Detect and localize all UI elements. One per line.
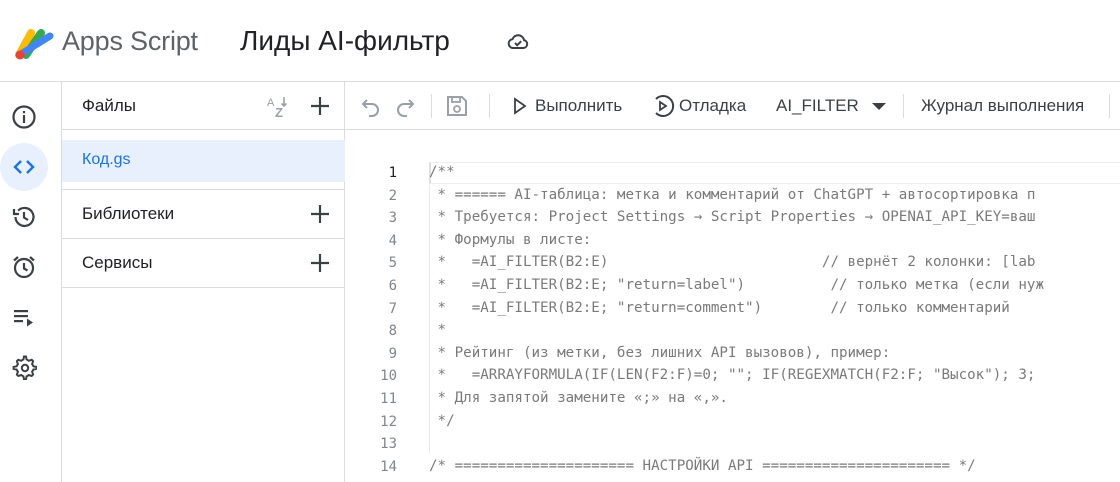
line-number: 4 <box>388 232 397 249</box>
code-editor[interactable]: 1 2 3 4 5 6 7 8 9 10 11 12 13 14 /** * ====== AI-табл… <box>345 130 1120 482</box>
left-nav-rail <box>0 82 62 482</box>
app-header: Apps Script Лиды AI-фильтр <box>0 0 1120 82</box>
executions-button[interactable] <box>0 293 48 341</box>
toolbar-divider <box>903 94 904 118</box>
files-title: Файлы <box>82 96 137 115</box>
project-title[interactable]: Лиды AI-фильтр <box>240 25 450 57</box>
info-icon <box>12 105 36 129</box>
undo-icon[interactable] <box>359 94 383 118</box>
gear-icon <box>12 355 37 380</box>
file-name: Код.gs <box>82 151 131 168</box>
toolbar-divider <box>431 94 432 118</box>
code-line[interactable]: * =AI_FILTER(B2:E) // вернёт 2 колонки: … <box>429 254 1036 270</box>
debug-icon[interactable] <box>651 94 675 118</box>
settings-button[interactable] <box>0 343 48 391</box>
line-number-gutter: 1 2 3 4 5 6 7 8 9 10 11 12 13 14 <box>345 130 405 482</box>
line-number: 11 <box>380 391 397 407</box>
divider <box>62 189 345 190</box>
line-number: 13 <box>380 436 397 453</box>
editor-toolbar: Выполнить Отладка AI_FILTER Журнал выпол… <box>345 82 1120 130</box>
run-button[interactable]: Выполнить <box>535 96 622 116</box>
code-line[interactable]: * <box>429 322 447 338</box>
redo-icon[interactable] <box>393 94 417 118</box>
triggers-button[interactable] <box>0 243 48 291</box>
code-line[interactable]: * =ARRAYFORMULA(IF(LEN(F2:F)=0; ""; IF(R… <box>429 367 1036 383</box>
divider <box>62 287 345 288</box>
run-play-icon[interactable] <box>509 95 531 117</box>
libraries-title: Библиотеки <box>82 204 175 223</box>
line-number: 8 <box>388 323 397 340</box>
sort-az-icon[interactable]: A Z <box>266 94 292 120</box>
current-line-highlight <box>429 162 1120 184</box>
code-line[interactable]: * ====== AI-таблица: метка и комментарий… <box>429 187 1036 203</box>
line-number: 14 <box>380 458 397 475</box>
alarm-clock-icon <box>13 256 35 279</box>
line-number: 12 <box>380 413 397 430</box>
history-icon <box>12 206 35 227</box>
divider <box>62 238 345 239</box>
svg-text:A: A <box>267 97 275 109</box>
code-line[interactable]: /* ===================== НАСТРОЙКИ API =… <box>429 458 976 474</box>
add-service-plus-icon[interactable] <box>308 251 332 275</box>
editor-button[interactable] <box>0 143 48 191</box>
line-number: 2 <box>388 187 397 204</box>
services-title: Сервисы <box>82 253 153 272</box>
code-line[interactable]: * Рейтинг (из метки, без лишних API вызо… <box>429 345 891 361</box>
line-number: 6 <box>388 278 397 294</box>
app-name[interactable]: Apps Script <box>62 26 198 57</box>
line-number: 10 <box>380 368 397 385</box>
line-number: 9 <box>388 345 397 362</box>
code-line[interactable]: * Формулы в листе: <box>429 232 592 248</box>
function-select[interactable]: AI_FILTER <box>776 96 859 116</box>
save-disk-icon[interactable] <box>445 94 469 118</box>
add-file-plus-icon[interactable] <box>308 94 332 118</box>
overview-button[interactable] <box>0 93 48 141</box>
file-item-code-gs[interactable]: Код.gs <box>62 140 345 182</box>
code-line[interactable]: * Требуется: Project Settings → Script P… <box>429 209 1036 225</box>
code-line[interactable]: * =AI_FILTER(B2:E; "return=label") // то… <box>429 277 1044 293</box>
dropdown-arrow-icon[interactable] <box>867 94 891 118</box>
code-line[interactable]: * =AI_FILTER(B2:E; "return=comment") // … <box>429 300 1010 316</box>
apps-script-logo-icon[interactable] <box>12 24 54 62</box>
execution-log-button[interactable]: Журнал выполнения <box>921 96 1084 116</box>
line-number: 3 <box>388 210 397 227</box>
files-panel: Файлы A Z Код.gs Библиотеки Сервисы <box>62 82 345 482</box>
add-library-plus-icon[interactable] <box>308 202 332 226</box>
debug-button[interactable]: Отладка <box>679 96 746 116</box>
toolbar-divider <box>1109 94 1110 118</box>
svg-text:Z: Z <box>275 105 283 120</box>
history-button[interactable] <box>0 193 48 241</box>
files-header: Файлы A Z <box>62 82 345 130</box>
code-line[interactable]: * Для запятой замените «;» на «,». <box>429 390 728 406</box>
code-icon <box>13 160 35 174</box>
playlist-play-icon <box>14 310 33 327</box>
toolbar-divider <box>489 94 490 118</box>
line-number: 5 <box>388 255 397 272</box>
code-line[interactable]: /** <box>429 164 455 180</box>
cloud-saved-icon <box>507 34 529 49</box>
line-number: 1 <box>388 165 397 181</box>
line-number: 7 <box>388 300 397 317</box>
code-line[interactable]: */ <box>429 413 455 429</box>
